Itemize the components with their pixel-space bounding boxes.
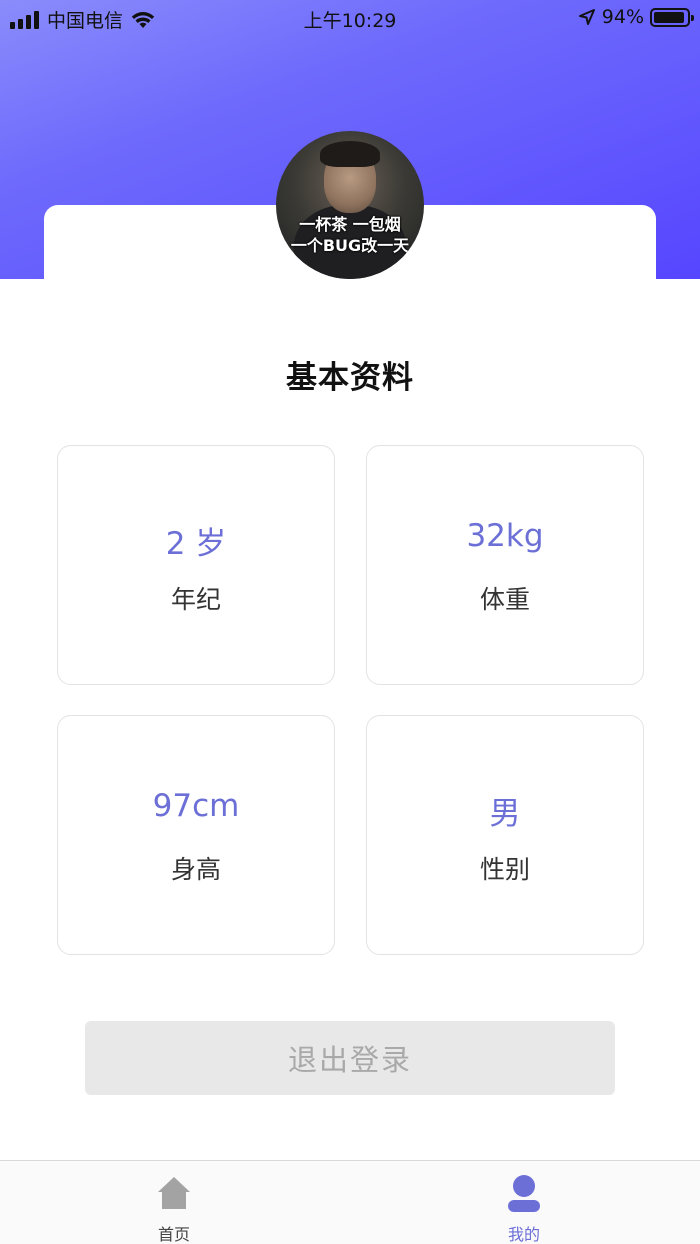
battery-percent: 94% [601,6,644,28]
tab-bar: 首页 我的 [0,1160,700,1244]
avatar-caption-line2: 一个BUG改一天 [290,236,410,255]
tab-home-label: 首页 [157,1225,190,1244]
tab-mine-label: 我的 [507,1225,540,1244]
status-right: 94% [578,6,694,28]
height-label: 身高 [170,855,221,884]
age-value: 2 岁 [165,526,227,562]
location-arrow-icon [578,9,595,25]
info-card-weight: 32kg 体重 [366,445,644,685]
user-icon [508,1175,540,1212]
section-title: 基本资料 [286,360,414,396]
avatar[interactable]: 一杯茶 一包烟 一个BUG改一天 [276,131,424,279]
home-icon [158,1177,190,1209]
info-card-age: 2 岁 年纪 [57,445,335,685]
info-card-height: 97cm 身高 [57,715,335,955]
tab-home[interactable]: 首页 [114,1161,234,1244]
info-card-gender: 男 性别 [366,715,644,955]
gender-label: 性别 [479,855,530,884]
status-bar: 中国电信 上午10:29 94% [0,0,700,36]
profile-screen: 中国电信 上午10:29 94% 一杯茶 一包烟 一个BUG改一天 基本资料 2… [0,0,700,1244]
gender-value: 男 [489,796,521,832]
avatar-photo-hair [320,141,380,167]
avatar-caption-line1: 一杯茶 一包烟 [299,215,401,234]
logout-button[interactable]: 退出登录 [85,1021,615,1095]
tab-mine[interactable]: 我的 [464,1161,584,1244]
weight-label: 体重 [479,585,530,614]
battery-icon [650,7,694,27]
height-value: 97cm [152,788,240,824]
weight-value: 32kg [466,518,544,554]
age-label: 年纪 [170,585,221,614]
battery-level [654,11,685,23]
